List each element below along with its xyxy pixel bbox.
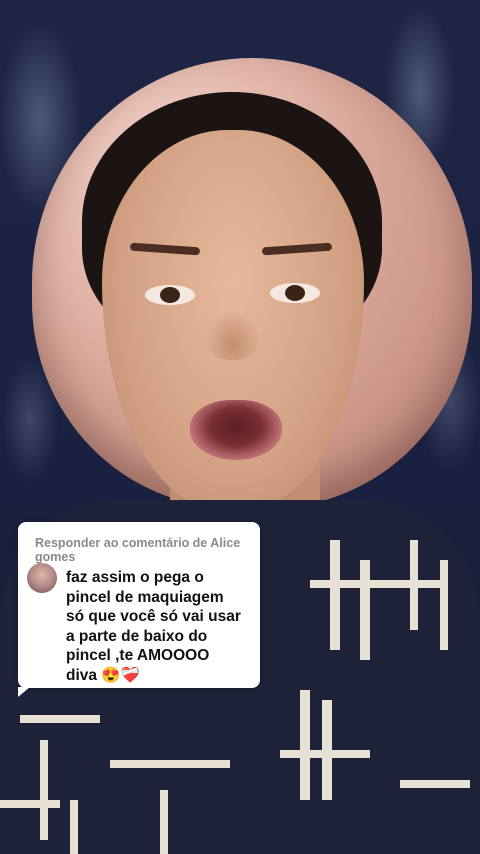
- shirt-pattern: [300, 690, 310, 800]
- shirt-pattern: [410, 540, 418, 630]
- shirt-pattern: [360, 560, 370, 660]
- commenter-avatar[interactable]: [27, 563, 57, 593]
- shirt-pattern: [280, 750, 370, 758]
- comment-reply-card[interactable]: Responder ao comentário de Alice gomes f…: [18, 522, 260, 697]
- shirt-pattern: [400, 780, 470, 788]
- right-eye: [270, 283, 320, 303]
- shirt-pattern: [70, 800, 78, 854]
- shirt-pattern: [0, 800, 60, 808]
- nose: [205, 310, 261, 360]
- shirt-pattern: [110, 760, 230, 768]
- shirt-pattern: [20, 715, 100, 723]
- reply-header: Responder ao comentário de Alice gomes: [35, 536, 241, 564]
- comment-text: faz assim o pega o pincel de maquiagem s…: [66, 569, 241, 684]
- shirt-pattern: [160, 790, 168, 854]
- shirt-pattern: [310, 580, 440, 588]
- left-eye: [145, 285, 195, 305]
- shirt-pattern: [40, 740, 48, 840]
- mouth: [190, 400, 282, 460]
- shirt-pattern: [330, 540, 340, 650]
- shirt-pattern: [440, 560, 448, 650]
